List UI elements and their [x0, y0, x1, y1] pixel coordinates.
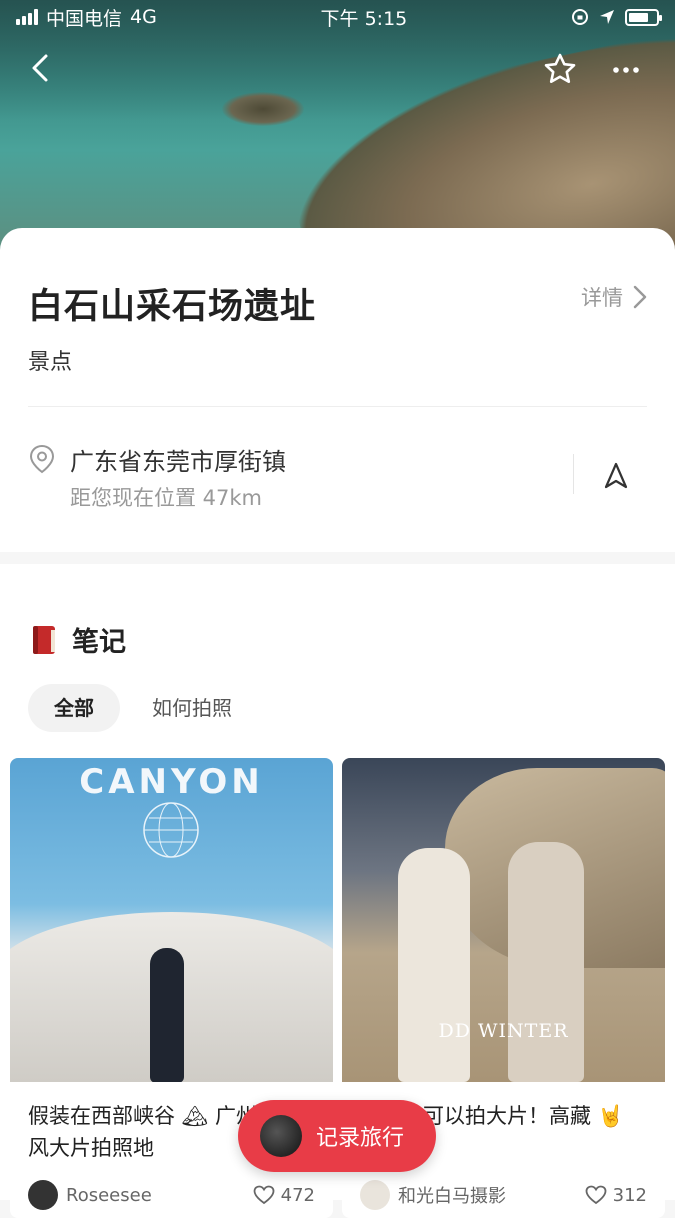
- author-name: Roseesee: [66, 1184, 152, 1206]
- notes-header: 笔记: [30, 620, 126, 659]
- note-cover-image: CANYON: [10, 758, 333, 1082]
- tab-all[interactable]: 全部: [28, 684, 120, 732]
- detail-link[interactable]: 详情: [581, 282, 647, 312]
- signal-icon: [16, 9, 38, 25]
- divider-vertical: [573, 454, 574, 494]
- like-count: 472: [280, 1184, 315, 1206]
- place-category: 景点: [28, 350, 73, 375]
- heart-icon: [585, 1185, 607, 1205]
- notebook-icon: [33, 625, 55, 654]
- place-title: 白石山采石场遗址: [28, 287, 317, 327]
- cover-title-text: CANYON: [79, 762, 264, 802]
- back-button[interactable]: [22, 48, 62, 88]
- like-button[interactable]: 312: [585, 1185, 647, 1206]
- chevron-right-icon: [633, 285, 647, 309]
- cover-person: [398, 848, 470, 1082]
- hero-photo: [0, 0, 675, 250]
- address-text[interactable]: 广东省东莞市厚街镇: [70, 442, 286, 477]
- author[interactable]: 和光白马摄影: [360, 1180, 506, 1210]
- cover-person: [508, 842, 584, 1082]
- divider: [28, 406, 647, 407]
- like-button[interactable]: 472: [253, 1185, 315, 1206]
- heart-icon: [253, 1185, 275, 1205]
- author-name: 和光白马摄影: [398, 1186, 506, 1207]
- favorite-star-button[interactable]: [540, 50, 580, 90]
- avatar: [360, 1180, 390, 1210]
- note-cover-image: DD WINTER: [342, 758, 665, 1082]
- like-count: 312: [612, 1184, 647, 1206]
- record-travel-label: 记录旅行: [316, 1126, 405, 1151]
- tab-how-to-shoot[interactable]: 如何拍照: [126, 684, 258, 732]
- notes-title: 笔记: [72, 627, 126, 658]
- cover-title-text: DD WINTER: [438, 1020, 569, 1042]
- author[interactable]: Roseesee: [28, 1180, 152, 1210]
- carrier-label: 中国电信: [46, 7, 123, 30]
- globe-graphic-icon: [143, 802, 199, 858]
- clock: 下午 5:15: [320, 7, 408, 30]
- avatar: [28, 1180, 58, 1210]
- battery-icon: [624, 8, 662, 26]
- location-arrow-icon: [599, 10, 614, 24]
- more-options-button[interactable]: [606, 50, 646, 90]
- record-thumbnail: [260, 1115, 302, 1157]
- detail-label: 详情: [581, 286, 623, 310]
- location-pin-icon: [29, 444, 55, 474]
- distance-text: 距您现在位置 47km: [70, 486, 263, 510]
- network-label: 4G: [130, 6, 157, 28]
- cover-person: [150, 948, 184, 1082]
- record-travel-button[interactable]: 记录旅行: [238, 1100, 436, 1172]
- place-info-card: 白石山采石场遗址 详情 景点 广东省东莞市厚街镇 距您现在位置 47km: [0, 228, 675, 552]
- navigate-button[interactable]: [600, 460, 632, 492]
- status-bar: 中国电信 4G 下午 5:15: [0, 0, 675, 34]
- rotation-lock-icon: [571, 9, 588, 25]
